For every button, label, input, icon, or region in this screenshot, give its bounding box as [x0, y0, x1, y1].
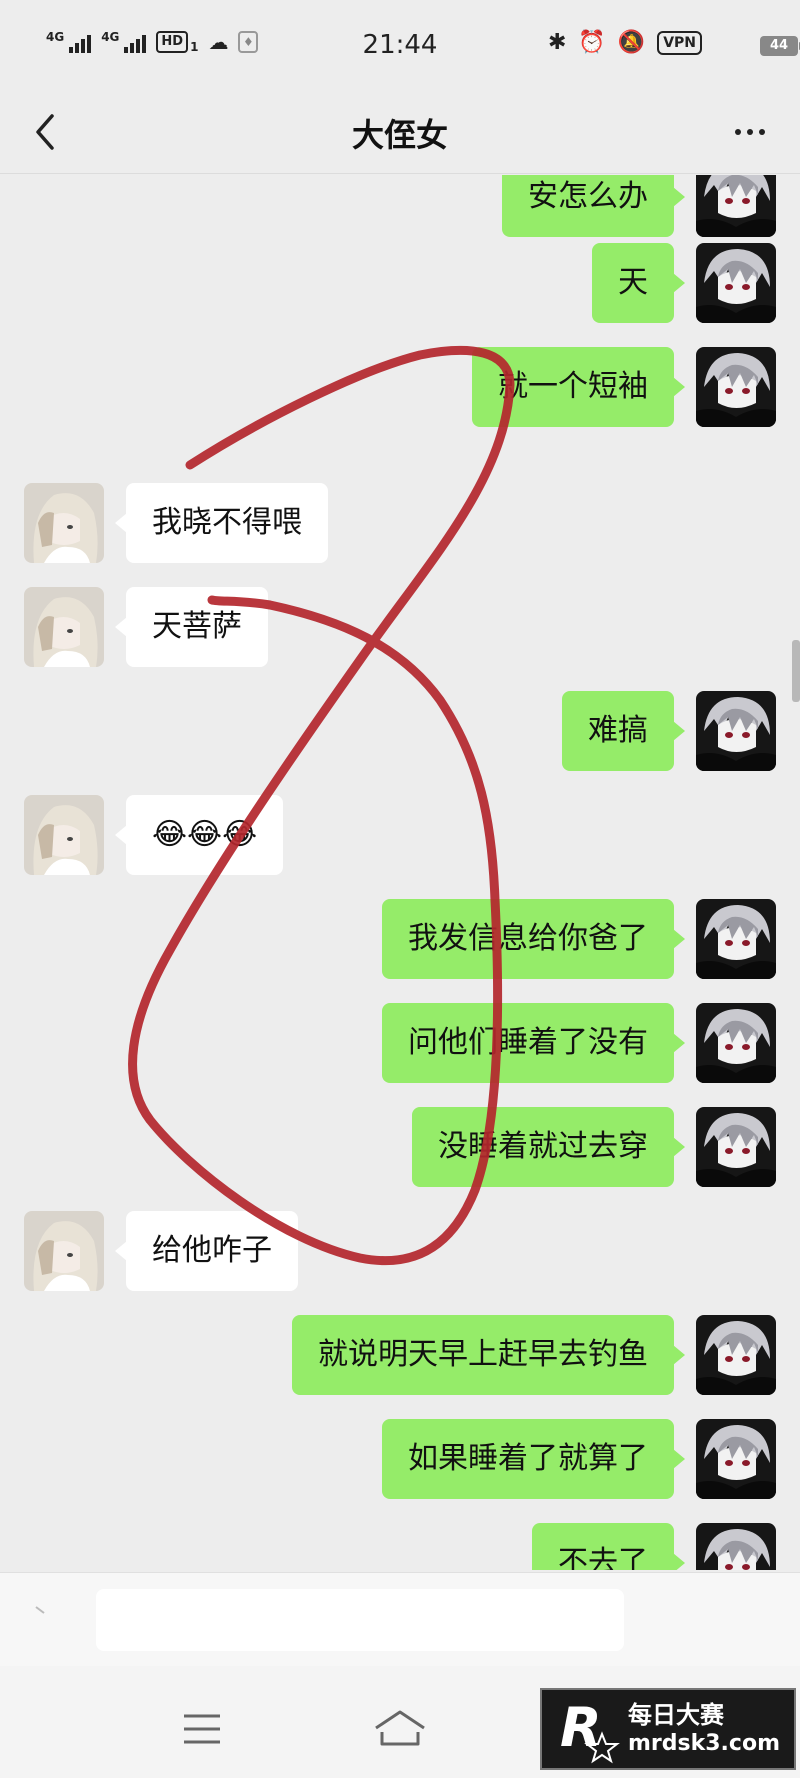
sent-message-bubble[interactable]: 如果睡着了就算了 — [382, 1419, 685, 1499]
scrollbar-thumb[interactable] — [792, 640, 800, 702]
watermark-logo-icon: R — [556, 1694, 620, 1764]
message-input[interactable] — [96, 1589, 624, 1651]
watermark-site-name: 每日大赛 — [628, 1701, 724, 1729]
message-row: 安怎么办 — [0, 175, 800, 239]
sent-message-bubble[interactable]: 难搞 — [562, 691, 685, 771]
sent-message-bubble[interactable]: 不去了 — [532, 1523, 685, 1570]
vpn-badge: VPN — [657, 30, 702, 55]
home-icon[interactable] — [372, 1706, 428, 1750]
sent-message-bubble[interactable]: 问他们睡着了没有 — [382, 1003, 685, 1083]
message-row: 没睡着就过去穿 — [0, 1107, 800, 1189]
message-row: 天 — [0, 243, 800, 325]
my-avatar[interactable] — [696, 175, 776, 237]
chat-title: 大侄女 — [351, 116, 448, 154]
voice-toggle-icon[interactable] — [34, 1605, 50, 1621]
my-avatar[interactable] — [696, 1003, 776, 1083]
message-row: 给他咋子 — [0, 1211, 800, 1293]
chat-header: 大侄女 — [0, 92, 800, 174]
status-bar: 4G 4G HD 1 ☁ ♦ 21:44 ✱ ⏰ 🔕 VPN 44 — [0, 0, 800, 92]
more-dots-icon — [735, 129, 741, 135]
my-avatar[interactable] — [696, 1107, 776, 1187]
sent-message-bubble[interactable]: 安怎么办 — [502, 175, 685, 237]
contact-avatar[interactable] — [24, 1211, 104, 1291]
site-watermark: R 每日大赛 mrdsk3.com — [540, 1688, 796, 1770]
input-bar — [0, 1572, 800, 1666]
message-row: 我晓不得喂 — [0, 483, 800, 565]
menu-icon[interactable] — [182, 1712, 222, 1746]
received-message-bubble[interactable]: 我晓不得喂 — [115, 483, 328, 563]
message-row: 天菩萨 — [0, 587, 800, 669]
my-avatar[interactable] — [696, 347, 776, 427]
battery-icon: 44 — [760, 36, 800, 56]
my-avatar[interactable] — [696, 1315, 776, 1395]
sent-message-bubble[interactable]: 天 — [592, 243, 685, 323]
contact-avatar[interactable] — [24, 483, 104, 563]
alarm-icon: ⏰ — [578, 30, 606, 55]
received-message-bubble[interactable]: 给他咋子 — [115, 1211, 298, 1291]
message-row: 就一个短袖 — [0, 347, 800, 429]
sent-message-bubble[interactable]: 我发信息给你爸了 — [382, 899, 685, 979]
message-row: 我发信息给你爸了 — [0, 899, 800, 981]
contact-avatar[interactable] — [24, 587, 104, 667]
contact-avatar[interactable] — [24, 795, 104, 875]
bluetooth-icon: ✱ — [547, 30, 567, 55]
status-right-icons: ✱ ⏰ 🔕 VPN — [548, 30, 702, 55]
sent-message-bubble[interactable]: 就一个短袖 — [472, 347, 685, 427]
received-message-bubble[interactable]: 天菩萨 — [115, 587, 268, 667]
mute-icon: 🔕 — [617, 30, 646, 55]
message-row: 不去了 — [0, 1523, 800, 1570]
my-avatar[interactable] — [696, 1419, 776, 1499]
my-avatar[interactable] — [696, 691, 776, 771]
my-avatar[interactable] — [696, 1523, 776, 1570]
message-row: 😂😂😂 — [0, 795, 800, 877]
message-row: 问他们睡着了没有 — [0, 1003, 800, 1085]
received-message-bubble[interactable]: 😂😂😂 — [114, 795, 284, 875]
sent-message-bubble[interactable]: 就说明天早上赶早去钓鱼 — [292, 1315, 685, 1395]
my-avatar[interactable] — [696, 899, 776, 979]
more-options-button[interactable] — [728, 110, 772, 154]
message-row: 难搞 — [0, 691, 800, 773]
message-row: 如果睡着了就算了 — [0, 1419, 800, 1501]
watermark-text: 每日大赛 mrdsk3.com — [628, 1700, 780, 1758]
sent-message-bubble[interactable]: 没睡着就过去穿 — [412, 1107, 685, 1187]
message-row: 就说明天早上赶早去钓鱼 — [0, 1315, 800, 1397]
watermark-url: mrdsk3.com — [628, 1731, 780, 1756]
message-list[interactable]: 安怎么办 天 就一个短袖 我晓不得喂 天菩萨 难搞 😂😂😂 我发信息给你爸了 问… — [0, 175, 800, 1570]
my-avatar[interactable] — [696, 243, 776, 323]
